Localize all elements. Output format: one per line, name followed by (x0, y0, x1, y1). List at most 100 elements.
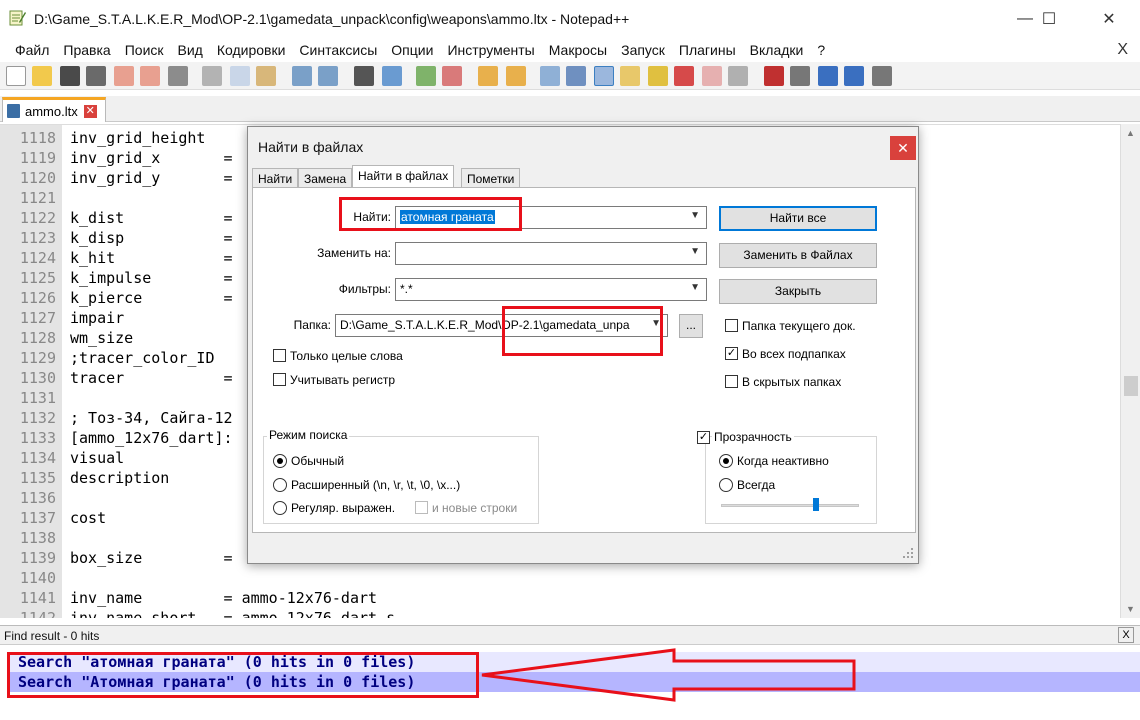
hidden-folders-checkbox[interactable] (725, 375, 738, 388)
cut-icon[interactable] (202, 66, 222, 86)
sync-horizontal-icon[interactable] (506, 66, 526, 86)
filters-input[interactable]: *.* ▼ (395, 278, 707, 301)
menu-settings[interactable]: Опции (384, 42, 440, 58)
paste-icon[interactable] (256, 66, 276, 86)
tab-ammo-ltx[interactable]: ammo.ltx ✕ (2, 97, 106, 122)
redo-icon[interactable] (318, 66, 338, 86)
mode-normal-radio[interactable] (273, 454, 287, 468)
transparency-on-lose-focus-radio[interactable] (719, 454, 733, 468)
close-file-icon[interactable] (114, 66, 134, 86)
code-line[interactable]: inv_name_short = ammo-12x76-dart_s (70, 609, 395, 618)
save-icon[interactable] (60, 66, 80, 86)
code-line[interactable]: k_hit = (70, 249, 233, 267)
show-all-characters-icon[interactable] (566, 66, 586, 86)
replace-input[interactable]: ▼ (395, 242, 707, 265)
menu-run[interactable]: Запуск (614, 42, 672, 58)
code-line[interactable]: k_impulse = (70, 269, 233, 287)
word-wrap-icon[interactable] (540, 66, 560, 86)
run-macro-multiple-icon[interactable] (844, 66, 864, 86)
stop-recording-icon[interactable] (790, 66, 810, 86)
menu-view[interactable]: Вид (171, 42, 210, 58)
menu-language[interactable]: Синтаксисы (292, 42, 384, 58)
document-map-icon[interactable] (648, 66, 668, 86)
language-format-icon[interactable] (620, 66, 640, 86)
match-case-checkbox[interactable] (273, 373, 286, 386)
close-button[interactable]: Закрыть (719, 279, 877, 304)
code-line[interactable]: ; Toз-34, Сайга-12 (70, 409, 233, 427)
code-line[interactable]: inv_grid_y = (70, 169, 233, 187)
transparency-slider-track[interactable] (721, 504, 859, 507)
code-line[interactable]: inv_grid_height (70, 129, 205, 147)
resize-grip-icon[interactable] (902, 547, 914, 559)
transparency-checkbox[interactable]: ✓ (697, 431, 710, 444)
menu-plugins[interactable]: Плагины (672, 42, 743, 58)
transparency-slider-thumb[interactable] (813, 498, 819, 511)
mode-extended-radio[interactable] (273, 478, 287, 492)
save-macro-icon[interactable] (872, 66, 892, 86)
menu-search[interactable]: Поиск (118, 42, 171, 58)
code-line[interactable]: [ammo_12x76_dart]: (70, 429, 233, 447)
mode-regex-radio[interactable] (273, 501, 287, 515)
monitoring-icon[interactable] (728, 66, 748, 86)
sync-vertical-icon[interactable] (478, 66, 498, 86)
save-all-icon[interactable] (86, 66, 106, 86)
code-line[interactable]: cost (70, 509, 106, 527)
code-line[interactable]: visual (70, 449, 124, 467)
close-all-icon[interactable] (140, 66, 160, 86)
code-line[interactable]: inv_name = ammo-12x76-dart (70, 589, 377, 607)
folder-as-workspace-icon[interactable] (702, 66, 722, 86)
replace-icon[interactable] (382, 66, 402, 86)
chevron-down-icon[interactable]: ▼ (690, 210, 700, 221)
new-file-icon[interactable] (6, 66, 26, 86)
scroll-up-icon[interactable]: ▲ (1126, 128, 1135, 138)
scrollbar-thumb[interactable] (1124, 376, 1138, 396)
code-line[interactable]: impair (70, 309, 124, 327)
tab-replace[interactable]: Замена (298, 168, 353, 188)
menu-file[interactable]: Файл (8, 42, 56, 58)
copy-icon[interactable] (230, 66, 250, 86)
menu-help[interactable]: ? (810, 42, 832, 58)
code-line[interactable]: wm_size (70, 329, 133, 347)
undo-icon[interactable] (292, 66, 312, 86)
chevron-down-icon[interactable]: ▼ (690, 246, 700, 257)
scroll-down-icon[interactable]: ▼ (1126, 604, 1135, 614)
indent-guide-icon[interactable] (594, 66, 614, 86)
code-line[interactable]: description (70, 469, 169, 487)
find-icon[interactable] (354, 66, 374, 86)
subfolders-checkbox[interactable]: ✓ (725, 347, 738, 360)
tab-close-icon[interactable]: ✕ (83, 104, 97, 118)
whole-word-checkbox[interactable] (273, 349, 286, 362)
window-close-button[interactable]: ✕ (1086, 0, 1132, 38)
code-line[interactable]: k_dist = (70, 209, 233, 227)
code-line[interactable]: k_disp = (70, 229, 233, 247)
menu-edit[interactable]: Правка (56, 42, 117, 58)
chevron-down-icon[interactable]: ▼ (690, 282, 700, 293)
menu-tools[interactable]: Инструменты (440, 42, 541, 58)
playback-macro-icon[interactable] (818, 66, 838, 86)
menu-macro[interactable]: Макросы (542, 42, 614, 58)
record-macro-icon[interactable] (764, 66, 784, 86)
tab-find[interactable]: Найти (252, 168, 299, 188)
code-line[interactable]: k_pierce = (70, 289, 233, 307)
open-file-icon[interactable] (32, 66, 52, 86)
code-line[interactable]: tracer = (70, 369, 233, 387)
browse-folder-button[interactable]: ... (679, 314, 703, 338)
code-line[interactable]: ;tracer_color_ID (70, 349, 215, 367)
maximize-button[interactable]: ☐ (1026, 0, 1072, 38)
tab-find-in-files[interactable]: Найти в файлах (352, 165, 455, 188)
editor-vertical-scrollbar[interactable]: ▲ ▼ (1120, 124, 1140, 618)
menu-encoding[interactable]: Кодировки (210, 42, 293, 58)
dialog-close-button[interactable]: ✕ (890, 136, 916, 160)
regex-newline-checkbox[interactable] (415, 501, 428, 514)
code-line[interactable]: inv_grid_x = (70, 149, 233, 167)
zoom-out-icon[interactable] (442, 66, 462, 86)
menu-window[interactable]: Вкладки (743, 42, 811, 58)
close-document-icon[interactable]: X (1117, 41, 1128, 59)
current-folder-checkbox[interactable] (725, 319, 738, 332)
code-line[interactable]: box_size = (70, 549, 233, 567)
print-icon[interactable] (168, 66, 188, 86)
tab-mark[interactable]: Пометки (461, 168, 521, 188)
zoom-in-icon[interactable] (416, 66, 436, 86)
function-list-icon[interactable] (674, 66, 694, 86)
find-all-button[interactable]: Найти все (719, 206, 877, 231)
